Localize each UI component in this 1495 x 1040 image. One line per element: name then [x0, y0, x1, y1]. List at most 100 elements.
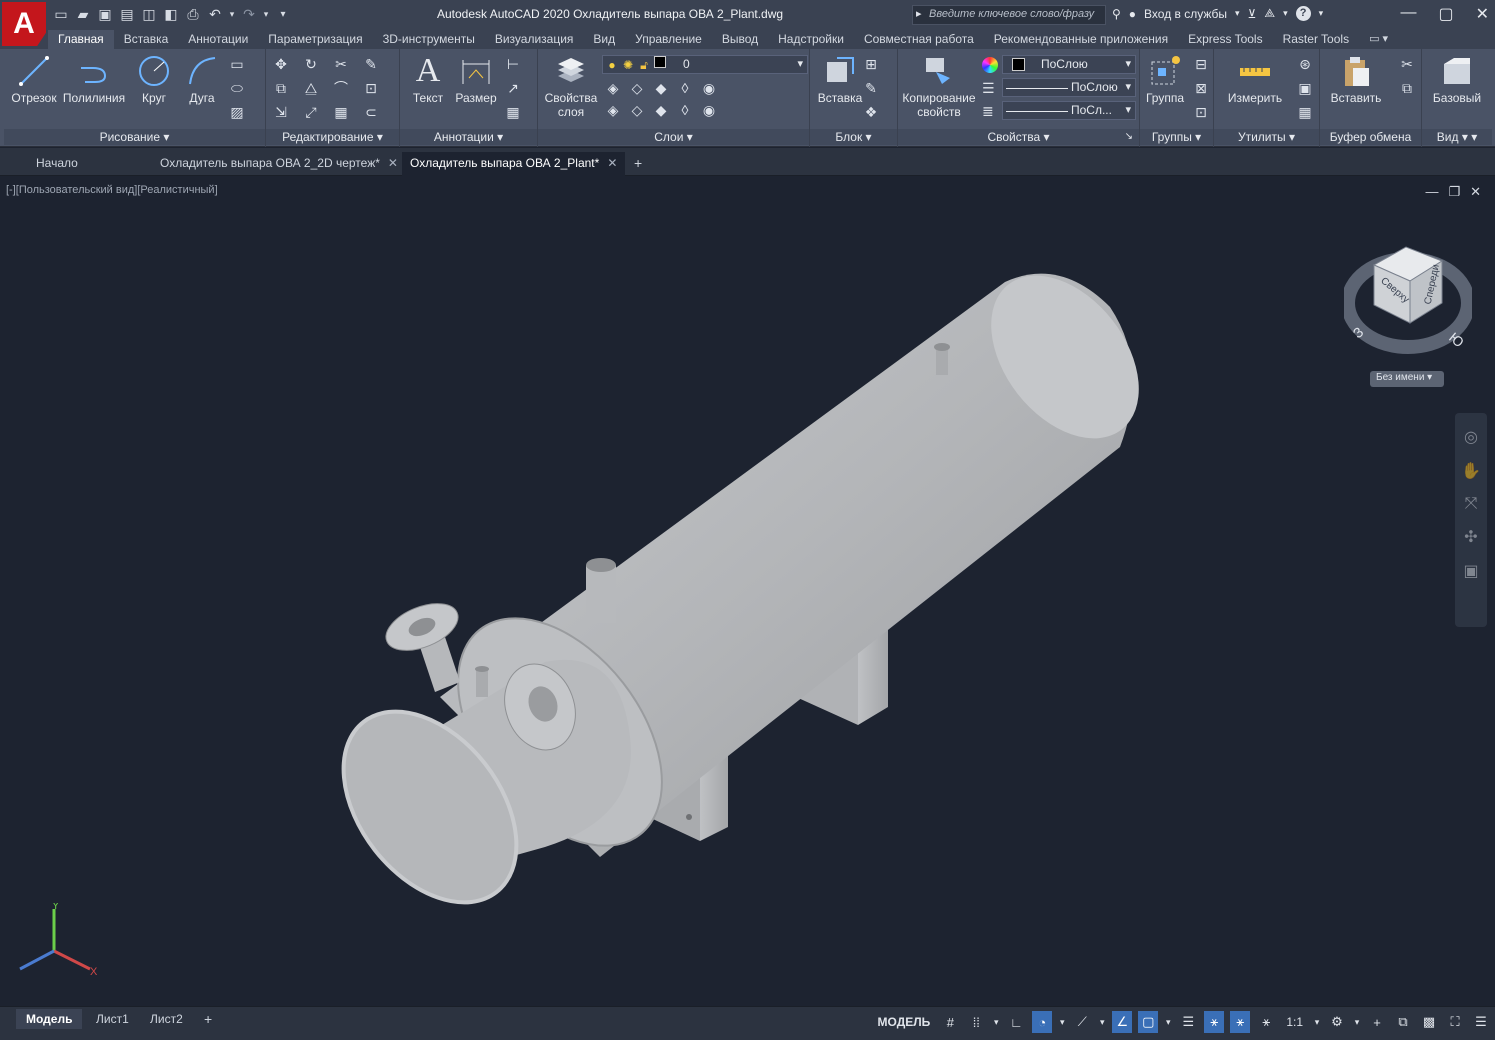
stretch-icon[interactable]: ⇲ [272, 103, 290, 121]
doc-tab-plant[interactable]: Охладитель выпара ОВА 2_Plant* ✕ [402, 152, 626, 176]
tab-addins[interactable]: Надстройки [768, 30, 854, 49]
layer-lock-icon[interactable]: ◊ [676, 79, 694, 97]
customize-qat-icon[interactable]: ▾ [274, 4, 292, 24]
a360-icon[interactable]: ⟁ [1264, 6, 1275, 21]
calculator-icon[interactable]: ▦ [1296, 103, 1314, 121]
panel-annotation-label[interactable]: Аннотации ▾ [400, 129, 537, 145]
grid-icon[interactable]: # [940, 1011, 960, 1033]
edit-block-icon[interactable]: ✎ [862, 79, 880, 97]
explode-icon[interactable]: ⊡ [362, 79, 380, 97]
undo-icon[interactable]: ↶ [206, 4, 224, 24]
erase-icon[interactable]: ✎ [362, 55, 380, 73]
snap-dropdown-icon[interactable]: ▾ [992, 1011, 1000, 1033]
undo-dropdown-icon[interactable]: ▾ [228, 4, 236, 24]
quick-select-icon[interactable]: ⊛ [1296, 55, 1314, 73]
dimension-button[interactable]: Размер [452, 53, 500, 105]
open-folder-icon[interactable]: ▰ [74, 4, 92, 24]
named-view-dropdown[interactable]: Без имени ▾ [1370, 371, 1444, 387]
layout-tab-model[interactable]: Модель [16, 1009, 83, 1029]
layer-off-icon[interactable]: ◇ [628, 101, 646, 119]
workspace-dropdown-icon[interactable]: ▾ [1353, 1011, 1361, 1033]
zoom-extents-icon[interactable]: ⤧ [1465, 495, 1478, 513]
app-logo-button[interactable]: A [2, 2, 46, 46]
tab-visualize[interactable]: Визуализация [485, 30, 584, 49]
layer-isolate-icon[interactable]: ◆ [652, 79, 670, 97]
maximize-icon[interactable]: ▢ [1438, 4, 1453, 24]
leader-icon[interactable]: ↗ [504, 79, 522, 97]
create-block-icon[interactable]: ⊞ [862, 55, 880, 73]
panel-groups-label[interactable]: Группы ▾ [1140, 129, 1213, 145]
hatch-icon[interactable]: ▨ [228, 103, 246, 121]
ortho-icon[interactable]: ∟ [1006, 1011, 1026, 1033]
isolate-objects-icon[interactable]: ⧉ [1393, 1011, 1413, 1033]
viewcube[interactable]: З Ю Сверху Спереди [1341, 243, 1475, 363]
drawing-viewport[interactable]: [-][Пользовательский вид][Реалистичный] … [0, 177, 1495, 1006]
line-button[interactable]: Отрезок [8, 53, 60, 105]
web-mobile-save-icon[interactable]: ◧ [162, 4, 180, 24]
help-dropdown-icon[interactable]: ▾ [1319, 8, 1324, 19]
isodraft-icon[interactable]: ⟋ [1072, 1011, 1092, 1033]
paste-button[interactable]: Вставить [1326, 53, 1386, 105]
move-icon[interactable]: ✥ [272, 55, 290, 73]
redo-dropdown-icon[interactable]: ▾ [262, 4, 270, 24]
signin-dropdown-icon[interactable]: ▾ [1235, 8, 1240, 19]
workspace-gear-icon[interactable]: ⚙ [1327, 1011, 1347, 1033]
tab-annotate[interactable]: Аннотации [178, 30, 258, 49]
copy-clip-icon[interactable]: ⧉ [1398, 79, 1416, 97]
save-icon[interactable]: ▣ [96, 4, 114, 24]
tab-manage[interactable]: Управление [625, 30, 712, 49]
redo-icon[interactable]: ↷ [240, 4, 258, 24]
tab-collaborate[interactable]: Совместная работа [854, 30, 984, 49]
linear-dimension-icon[interactable]: ⊢ [504, 55, 522, 73]
print-icon[interactable]: ⎙ [184, 4, 202, 24]
add-layout-button[interactable]: + [194, 1009, 222, 1029]
layer-unisolate-icon[interactable]: ◆ [652, 101, 670, 119]
object-snap-tracking-icon[interactable]: ∠ [1112, 1011, 1133, 1033]
panel-properties-label[interactable]: Свойства ▾ ↘ [898, 129, 1139, 145]
ungroup-icon[interactable]: ⊟ [1192, 55, 1210, 73]
offset-icon[interactable]: ⊂ [362, 103, 380, 121]
ribbon-toggle-icon[interactable]: ▭ ▾ [1359, 30, 1398, 49]
layout-tab-sheet1[interactable]: Лист1 [86, 1009, 139, 1029]
hardware-acceleration-icon[interactable]: ▩ [1419, 1011, 1439, 1033]
tab-view[interactable]: Вид [583, 30, 625, 49]
doc-tab-start[interactable]: Начало [28, 152, 86, 176]
signin-button[interactable]: Вход в службы [1144, 7, 1227, 21]
polar-dropdown-icon[interactable]: ▾ [1058, 1011, 1066, 1033]
polar-tracking-icon[interactable]: ◔ [1032, 1011, 1053, 1033]
new-tab-button[interactable]: + [626, 152, 650, 176]
minimize-icon[interactable]: — [1400, 4, 1416, 24]
close-tab-icon[interactable]: ✕ [388, 156, 398, 170]
ellipse-icon[interactable]: ⬭ [228, 79, 246, 97]
copy-icon[interactable]: ⧉ [272, 79, 290, 97]
auto-scale-icon[interactable]: ⚹ [1230, 1011, 1251, 1033]
panel-modify-label[interactable]: Редактирование ▾ [266, 129, 399, 145]
tab-home[interactable]: Главная [48, 30, 114, 49]
osnap-dropdown-icon[interactable]: ▾ [1164, 1011, 1172, 1033]
panel-view-label[interactable]: Вид ▾ ▾ [1422, 129, 1492, 145]
panel-utilities-label[interactable]: Утилиты ▾ [1214, 129, 1319, 145]
array-icon[interactable]: ▦ [332, 103, 350, 121]
binoculars-icon[interactable]: ⚲ [1112, 7, 1121, 21]
web-mobile-open-icon[interactable]: ◫ [140, 4, 158, 24]
select-all-icon[interactable]: ▣ [1296, 79, 1314, 97]
arc-button[interactable]: Дуга [180, 53, 224, 105]
insert-block-button[interactable]: Вставка [814, 53, 866, 105]
panel-draw-label[interactable]: Рисование ▾ [4, 129, 265, 145]
scale-icon[interactable]: ⤢ [302, 103, 320, 121]
pan-icon[interactable]: ✋ [1461, 461, 1481, 481]
model-space-button[interactable]: МОДЕЛЬ [874, 1011, 935, 1033]
layer-match-icon[interactable]: ◈ [604, 79, 622, 97]
trim-icon[interactable]: ✂ [332, 55, 350, 73]
circle-button[interactable]: Круг [132, 53, 176, 105]
match-properties-button[interactable]: Копирование свойств [898, 53, 980, 119]
layer-unlock-all-icon[interactable]: ◊ [676, 101, 694, 119]
layer-merge-icon[interactable]: ◉ [700, 101, 718, 119]
fillet-icon[interactable]: ⌒ [332, 79, 350, 97]
snap-icon[interactable]: ⁞⁞ [966, 1011, 986, 1033]
customization-menu-icon[interactable]: ☰ [1471, 1011, 1491, 1033]
rectangle-icon[interactable]: ▭ [228, 55, 246, 73]
layer-freeze-icon[interactable]: ◈ [604, 101, 622, 119]
heat-exchanger-model[interactable] [0, 177, 1495, 1006]
steering-wheel-icon[interactable]: ◎ [1464, 427, 1478, 447]
